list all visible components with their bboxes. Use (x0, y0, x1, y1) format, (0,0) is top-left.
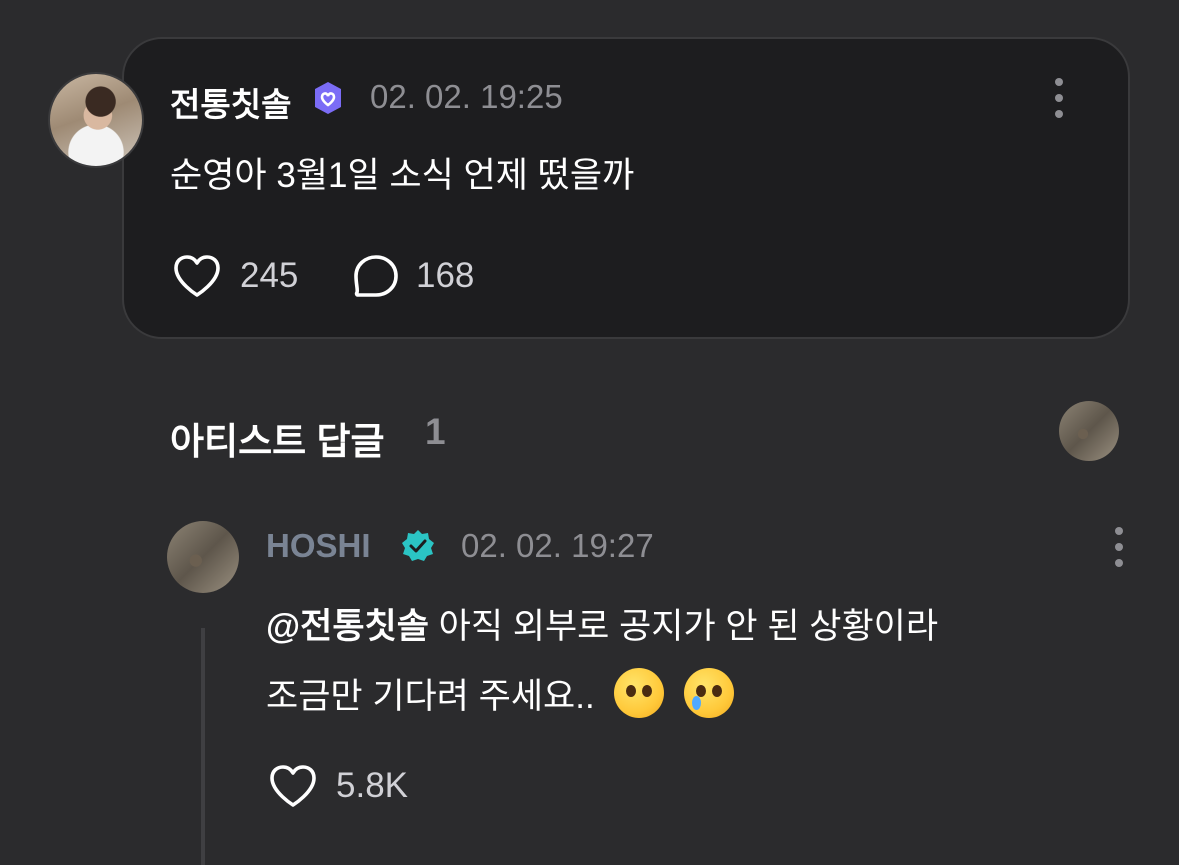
reply-like-count: 5.8K (336, 766, 408, 805)
pleading-face-emoji (614, 668, 665, 718)
post-timestamp: 02. 02. 19:25 (370, 78, 563, 115)
more-icon[interactable] (1113, 527, 1125, 567)
post-like-count: 245 (240, 256, 299, 295)
reply-timestamp: 02. 02. 19:27 (461, 527, 654, 564)
post-comment-button[interactable]: 168 (352, 253, 474, 299)
post-like-button[interactable]: 245 (172, 253, 298, 299)
reply-text-line1: 아직 외부로 공지가 안 된 상황이라 (428, 607, 939, 646)
post-comment-count: 168 (416, 256, 475, 295)
artist-reply-title: 아티스트 답글 (170, 421, 385, 462)
post-body: 순영아 3월1일 소식 언제 떴을까 (170, 156, 635, 195)
thread-line (201, 628, 205, 865)
post-author-name[interactable]: 전통칫솔 (170, 78, 291, 126)
heart-icon (270, 765, 316, 807)
heart-icon (174, 255, 220, 297)
post-author-avatar[interactable] (48, 72, 144, 168)
reply-author-name[interactable]: HOSHI (266, 527, 371, 565)
comment-icon (354, 255, 398, 297)
verified-badge-icon (402, 530, 434, 561)
tear-smile-emoji (684, 668, 735, 718)
reply-text-line2: 조금만 기다려 주세요.. (266, 677, 595, 716)
reply-mention[interactable]: @전통칫솔 (266, 607, 429, 646)
reply-author-avatar[interactable] (167, 521, 239, 593)
artist-reply-count: 1 (425, 411, 446, 452)
reply-body: @전통칫솔 아직 외부로 공지가 안 된 상황이라 조금만 기다려 주세요.. (266, 592, 1126, 732)
artist-avatar-small[interactable] (1059, 401, 1119, 461)
reply-like-button[interactable]: 5.8K (268, 763, 408, 809)
verified-badge-icon (315, 82, 341, 114)
more-icon[interactable] (1053, 78, 1065, 118)
